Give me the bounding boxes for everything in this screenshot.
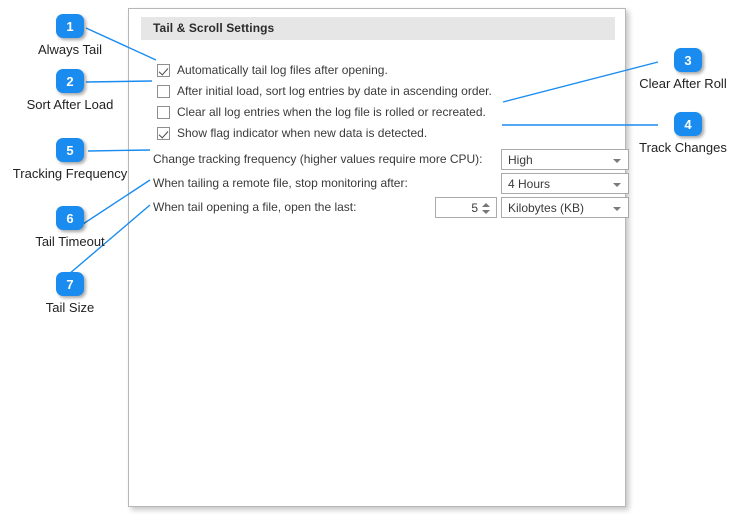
combo-value-tail-size-unit: Kilobytes (KB) bbox=[508, 201, 585, 215]
label-tail-size: When tail opening a file, open the last: bbox=[153, 200, 357, 214]
callout-badge-7[interactable]: 7 bbox=[56, 272, 84, 296]
combo-tracking-frequency[interactable]: High bbox=[501, 149, 629, 170]
control-row-tracking-frequency: Change tracking frequency (higher values… bbox=[153, 149, 629, 170]
chevron-down-icon[interactable] bbox=[613, 207, 621, 211]
callout-badge-number-1: 1 bbox=[66, 18, 74, 34]
label-tail-timeout: When tailing a remote file, stop monitor… bbox=[153, 176, 408, 190]
callout-badge-number-6: 6 bbox=[66, 210, 74, 226]
control-row-tail-size: When tail opening a file, open the last:… bbox=[153, 197, 629, 218]
panel-header-bar: Tail & Scroll Settings bbox=[141, 17, 615, 40]
callout-label-clear-after-roll: Clear After Roll bbox=[639, 76, 727, 91]
spinner-value-tail-size: 5 bbox=[471, 201, 478, 215]
callout-badge-number-3: 3 bbox=[684, 52, 692, 68]
callout-label-track-changes: Track Changes bbox=[639, 140, 727, 155]
tail-scroll-settings-panel: Tail & Scroll Settings Automatically tai… bbox=[128, 8, 629, 507]
label-tracking-frequency: Change tracking frequency (higher values… bbox=[153, 152, 483, 166]
checkbox-row-sort-after-load[interactable]: After initial load, sort log entries by … bbox=[157, 83, 492, 99]
callout-badge-1[interactable]: 1 bbox=[56, 14, 84, 38]
checkbox-clear-after-roll[interactable] bbox=[157, 105, 170, 119]
callout-label-always-tail: Always Tail bbox=[37, 42, 103, 57]
panel-header-title: Tail & Scroll Settings bbox=[153, 21, 275, 35]
spinner-tail-size[interactable]: 5 bbox=[435, 197, 497, 218]
checkbox-row-track-changes[interactable]: Show flag indicator when new data is det… bbox=[157, 125, 427, 141]
combo-value-tracking-frequency: High bbox=[508, 153, 533, 167]
callout-badge-number-4: 4 bbox=[684, 116, 692, 132]
callout-badge-5[interactable]: 5 bbox=[56, 138, 84, 162]
combo-value-tail-timeout: 4 Hours bbox=[508, 177, 551, 191]
checkbox-always-tail[interactable] bbox=[157, 63, 170, 77]
combo-tail-size-unit[interactable]: Kilobytes (KB) bbox=[501, 197, 629, 218]
callout-badge-number-5: 5 bbox=[66, 142, 74, 158]
callout-label-sort-after-load: Sort After Load bbox=[26, 97, 114, 112]
callout-badge-number-7: 7 bbox=[66, 276, 74, 292]
checkbox-sort-after-load[interactable] bbox=[157, 84, 170, 98]
callout-label-tail-timeout: Tail Timeout bbox=[35, 234, 105, 249]
spinner-increment-icon[interactable] bbox=[482, 203, 490, 207]
chevron-down-icon[interactable] bbox=[613, 183, 621, 187]
callout-badge-4[interactable]: 4 bbox=[674, 112, 702, 136]
checkbox-row-always-tail[interactable]: Automatically tail log files after openi… bbox=[157, 62, 388, 78]
combo-tail-timeout[interactable]: 4 Hours bbox=[501, 173, 629, 194]
callout-badge-6[interactable]: 6 bbox=[56, 206, 84, 230]
chevron-down-icon[interactable] bbox=[613, 159, 621, 163]
checkbox-label-track-changes: Show flag indicator when new data is det… bbox=[177, 126, 428, 140]
callout-label-tail-size: Tail Size bbox=[45, 300, 95, 315]
callout-badge-3[interactable]: 3 bbox=[674, 48, 702, 72]
callout-badge-2[interactable]: 2 bbox=[56, 69, 84, 93]
callout-label-tracking-frequency: Tracking Frequency bbox=[12, 166, 128, 181]
checkbox-label-clear-after-roll: Clear all log entries when the log file … bbox=[177, 105, 486, 119]
checkbox-label-always-tail: Automatically tail log files after openi… bbox=[177, 63, 388, 77]
checkbox-track-changes[interactable] bbox=[157, 126, 170, 140]
control-row-tail-timeout: When tailing a remote file, stop monitor… bbox=[153, 173, 629, 194]
checkbox-label-sort-after-load: After initial load, sort log entries by … bbox=[177, 84, 492, 98]
spinner-decrement-icon[interactable] bbox=[482, 210, 490, 214]
callout-badge-number-2: 2 bbox=[66, 73, 74, 89]
checkbox-row-clear-after-roll[interactable]: Clear all log entries when the log file … bbox=[157, 104, 486, 120]
